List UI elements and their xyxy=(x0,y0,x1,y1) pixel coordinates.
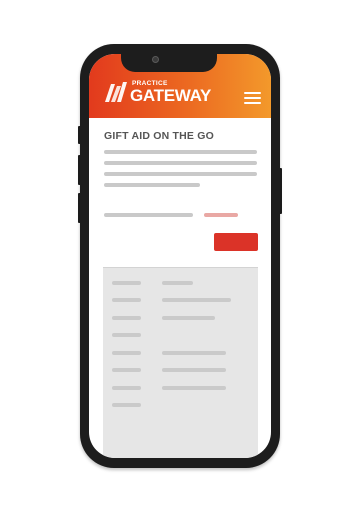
page-title: GIFT AID ON THE GO xyxy=(104,130,214,142)
panel-row-value xyxy=(162,368,226,372)
panel-row-label xyxy=(112,386,141,390)
panel-row-label xyxy=(112,368,141,372)
panel-row-label xyxy=(112,281,141,285)
phone-notch xyxy=(121,54,217,72)
panel-row-value xyxy=(162,386,226,390)
link-placeholder[interactable] xyxy=(204,213,238,217)
panel-row-label xyxy=(112,316,141,320)
panel-row-value xyxy=(162,316,215,320)
hamburger-menu-icon[interactable] xyxy=(244,92,261,104)
panel-row-value xyxy=(162,298,231,302)
logo-text-big: GATEWAY xyxy=(130,86,212,105)
front-camera xyxy=(152,56,159,63)
practice-gateway-logo-icon[interactable] xyxy=(103,78,131,104)
details-panel xyxy=(103,267,258,458)
page-content: GIFT AID ON THE GO xyxy=(89,118,271,458)
text-placeholder-line xyxy=(104,161,257,165)
phone-screen: PRACTICE GATEWAY GIFT AID ON THE GO xyxy=(89,54,271,458)
submit-button[interactable] xyxy=(214,233,258,251)
text-placeholder-line xyxy=(104,183,200,187)
panel-row-label xyxy=(112,403,141,407)
panel-row-value xyxy=(162,281,193,285)
panel-row-label xyxy=(112,298,141,302)
panel-row-label xyxy=(112,333,141,337)
text-placeholder-line xyxy=(104,150,257,154)
panel-row-value xyxy=(162,351,226,355)
text-placeholder-line xyxy=(104,172,257,176)
form-field-placeholder[interactable] xyxy=(104,213,193,217)
panel-row-label xyxy=(112,351,141,355)
